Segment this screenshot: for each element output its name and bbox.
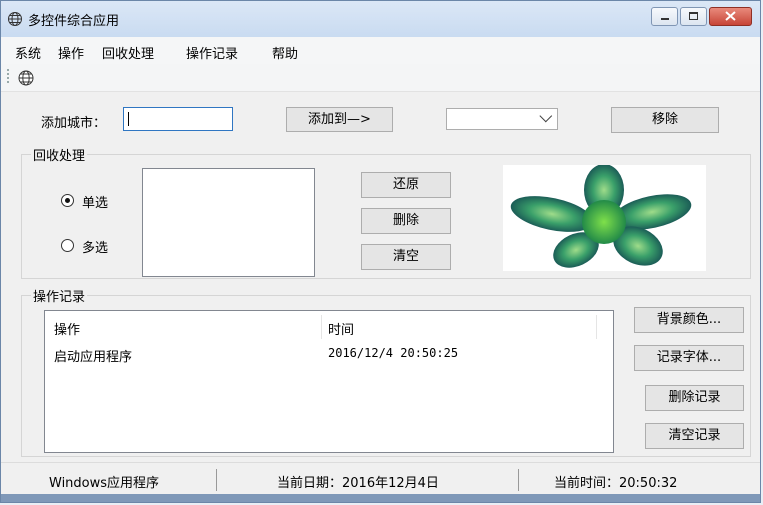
recycle-group-title: 回收处理 — [31, 145, 88, 164]
background-color-button[interactable]: 背景颜色... — [634, 307, 744, 333]
menu-log[interactable]: 操作记录 — [186, 43, 238, 62]
list-item[interactable]: 启动应用程序 2016/12/4 20:50:25 — [45, 344, 613, 365]
restore-button[interactable]: 还原 — [361, 172, 451, 198]
toolbar-grip[interactable] — [7, 69, 9, 84]
menu-help[interactable]: 帮助 — [272, 43, 298, 62]
delete-button[interactable]: 删除 — [361, 208, 451, 234]
window-controls — [649, 7, 752, 28]
column-header-operation[interactable]: 操作 — [54, 319, 80, 338]
log-cell-operation: 启动应用程序 — [54, 350, 133, 365]
text-cursor — [128, 112, 129, 126]
log-listview[interactable]: 操作 时间 启动应用程序 2016/12/4 20:50:25 — [44, 310, 614, 453]
city-label: 添加城市： — [41, 116, 107, 131]
recycle-flower-image — [503, 165, 706, 271]
city-combo[interactable] — [446, 108, 558, 130]
globe-icon[interactable] — [17, 69, 35, 87]
status-separator — [216, 469, 217, 491]
app-window: 多控件综合应用 系统 操作 回收处理 操作记录 帮助 添加城市： 添加到—> 移… — [0, 0, 761, 503]
close-button[interactable] — [709, 7, 752, 26]
log-group-title: 操作记录 — [31, 286, 88, 305]
remove-city-button[interactable]: 移除 — [611, 107, 719, 133]
add-city-button[interactable]: 添加到—> — [286, 107, 393, 132]
menu-system[interactable]: 系统 — [15, 43, 41, 62]
clear-records-button[interactable]: 清空记录 — [645, 423, 744, 449]
status-app-name: Windows应用程序 — [49, 476, 160, 491]
minimize-icon — [661, 18, 669, 20]
column-divider[interactable] — [596, 315, 597, 339]
status-date: 当前日期：2016年12月4日 — [277, 476, 439, 491]
status-bar: Windows应用程序 当前日期：2016年12月4日 当前时间：20:50:3… — [1, 462, 760, 497]
single-select-radio[interactable] — [61, 194, 74, 207]
minimize-button[interactable] — [651, 7, 678, 26]
column-divider[interactable] — [321, 315, 322, 339]
toolbar — [1, 64, 760, 92]
maximize-icon — [689, 12, 698, 20]
title-bar[interactable]: 多控件综合应用 — [1, 1, 760, 37]
window-bottom-border — [1, 494, 760, 502]
column-header-time[interactable]: 时间 — [328, 319, 354, 338]
chevron-down-icon — [539, 109, 553, 123]
globe-icon — [8, 12, 22, 26]
delete-record-button[interactable]: 删除记录 — [645, 385, 744, 411]
status-time: 当前时间：20:50:32 — [554, 476, 678, 491]
window-title: 多控件综合应用 — [28, 14, 120, 29]
maximize-button[interactable] — [680, 7, 707, 26]
status-separator — [518, 469, 519, 491]
city-input[interactable] — [123, 107, 233, 131]
close-icon — [725, 11, 736, 21]
single-select-label: 单选 — [82, 196, 109, 211]
clear-button[interactable]: 清空 — [361, 244, 451, 270]
menu-bar: 系统 操作 回收处理 操作记录 帮助 — [1, 37, 760, 64]
menu-operation[interactable]: 操作 — [58, 43, 84, 62]
recycle-listbox[interactable] — [142, 168, 315, 277]
multi-select-radio[interactable] — [61, 239, 74, 252]
multi-select-label: 多选 — [82, 241, 109, 256]
log-cell-time: 2016/12/4 20:50:25 — [328, 346, 459, 360]
menu-recycle[interactable]: 回收处理 — [102, 43, 154, 62]
record-font-button[interactable]: 记录字体... — [634, 345, 744, 371]
